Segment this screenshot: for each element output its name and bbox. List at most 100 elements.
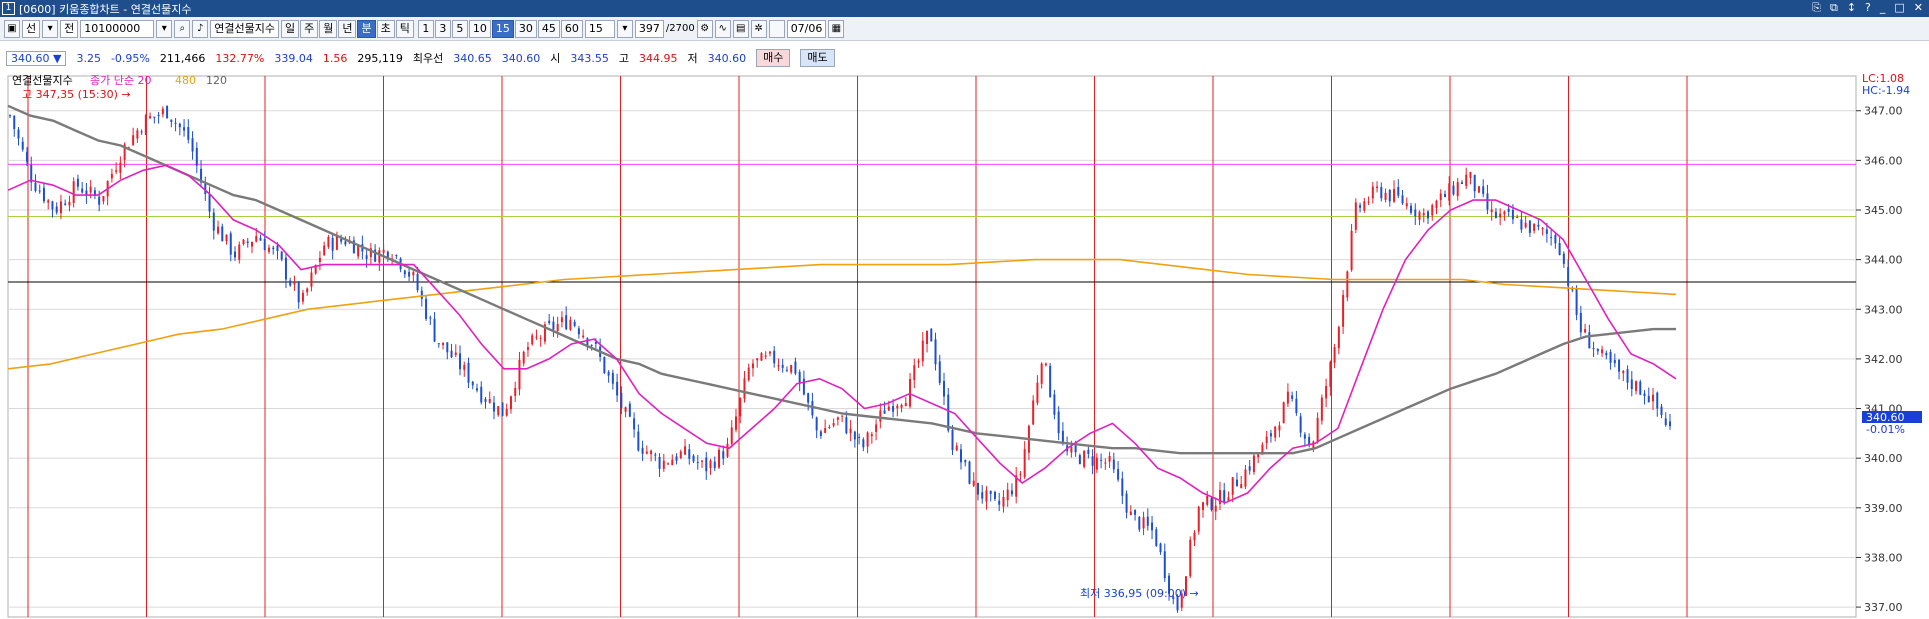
indicator-icon[interactable]: ∿	[714, 19, 731, 38]
candle-body	[1295, 398, 1298, 414]
candle-body	[335, 236, 338, 250]
candle-body	[259, 238, 262, 241]
window-control-0[interactable]: ⎘	[1812, 1, 1821, 15]
window-control-1[interactable]: ⧉	[1830, 1, 1838, 15]
candle-body	[1269, 433, 1272, 437]
candle-body	[467, 362, 470, 383]
candle-body	[1019, 474, 1022, 476]
candle-body	[212, 212, 215, 231]
dropdown-arrow-icon[interactable]: ▾	[616, 19, 633, 38]
dropdown-arrow-icon[interactable]: ▾	[156, 19, 173, 38]
candle-body	[497, 406, 500, 416]
save-icon[interactable]: ▤	[732, 19, 749, 38]
calendar-icon[interactable]: ▦	[828, 19, 845, 38]
candle-body	[1414, 209, 1417, 217]
buy-button[interactable]: 매수	[756, 49, 791, 67]
code-input[interactable]: 10100000	[80, 19, 155, 38]
candle-body	[323, 245, 326, 256]
candle-body	[1571, 289, 1574, 291]
candle-body	[1006, 489, 1009, 500]
minute-tab-0[interactable]: 1	[417, 19, 434, 38]
candle-body	[569, 319, 572, 330]
window-control-2[interactable]: ↕	[1847, 1, 1856, 15]
candle-body	[1635, 381, 1638, 391]
candle-body	[747, 367, 750, 381]
period-tab-4[interactable]: 분	[357, 19, 376, 38]
value-4: 295,119	[357, 51, 403, 65]
candle-body	[1061, 430, 1064, 444]
candle-body	[1605, 352, 1608, 356]
period-tab-2[interactable]: 월	[319, 19, 338, 38]
minute-tab-7[interactable]: 60	[560, 19, 583, 38]
interval-input[interactable]: 15	[584, 19, 615, 38]
candle-body	[191, 138, 194, 152]
candle-body	[59, 201, 62, 214]
candle-body	[1550, 237, 1553, 239]
period-tab-6[interactable]: 틱	[395, 19, 414, 38]
period-tab-0[interactable]: 일	[280, 19, 300, 38]
minute-tab-2[interactable]: 5	[451, 19, 468, 38]
candle-body	[1320, 397, 1323, 421]
dropdown-arrow-icon[interactable]: ▾	[42, 19, 59, 38]
candle-body	[565, 315, 568, 330]
candle-body	[684, 446, 687, 455]
minute-tab-6[interactable]: 45	[537, 19, 560, 38]
candle-body	[1575, 288, 1578, 315]
period-tab-3[interactable]: 년	[338, 19, 357, 38]
candle-body	[1545, 229, 1548, 234]
candle-body	[403, 270, 406, 275]
candle-body	[671, 459, 674, 466]
candle-body	[934, 339, 937, 365]
settings-icon[interactable]: ⚙	[696, 19, 713, 38]
price-tag-pct: -0.01%	[1866, 423, 1905, 436]
candle-body	[976, 482, 979, 495]
window-control-3[interactable]: ?	[1865, 1, 1871, 15]
candle-body	[943, 381, 946, 397]
candle-body	[119, 162, 122, 173]
minute-tab-3[interactable]: 10	[468, 19, 491, 38]
candle-body	[900, 404, 903, 408]
sell-button[interactable]: 매도	[800, 49, 835, 67]
candle-body	[637, 431, 640, 451]
volume-pct: 132.77%	[215, 51, 265, 65]
window-controls[interactable]: ⎘ ⧉ ↕? _ □ ✕	[1812, 1, 1923, 15]
period-tab-5[interactable]: 초	[376, 19, 395, 38]
date-input[interactable]: 07/06	[786, 19, 827, 38]
candle-body	[301, 292, 304, 302]
minute-tab-1[interactable]: 3	[434, 19, 451, 38]
candle-body	[365, 255, 368, 259]
layout-icon[interactable]: ▣	[4, 19, 20, 38]
period-tabs: 일주월년분초틱	[280, 19, 414, 38]
line-selector[interactable]: 선	[22, 19, 41, 38]
candle-body	[1507, 208, 1510, 212]
window-control-5[interactable]: □	[1894, 1, 1904, 15]
candle-body	[654, 454, 657, 456]
gear-icon[interactable]: ✲	[750, 19, 767, 38]
candle-body	[1125, 493, 1128, 513]
period-tab-1[interactable]: 주	[300, 19, 319, 38]
window-control-4[interactable]: _	[1880, 1, 1886, 15]
minute-tab-5[interactable]: 30	[514, 19, 537, 38]
candle-body	[1354, 202, 1357, 230]
candle-body	[628, 403, 631, 417]
candle-body	[1291, 395, 1294, 399]
speaker-icon[interactable]: ♪	[192, 19, 209, 38]
price-chart[interactable]: 347.00346.00345.00344.00343.00342.00341.…	[0, 72, 1929, 619]
candle-body	[1452, 185, 1455, 195]
minute-tab-4[interactable]: 15	[491, 19, 514, 38]
candle-body	[1278, 425, 1281, 431]
all-selector[interactable]: 전	[60, 19, 79, 38]
legend-ma480: 480	[175, 74, 196, 87]
candle-body	[64, 203, 67, 205]
window-control-6[interactable]: ✕	[1914, 1, 1923, 15]
candle-body	[1422, 213, 1425, 216]
count-input[interactable]: 397	[634, 19, 664, 38]
ma480-line	[7, 258, 1677, 370]
candle-body	[522, 351, 525, 364]
search-icon[interactable]: ⌕	[174, 19, 191, 38]
plot-frame	[7, 75, 1857, 618]
date-checkbox[interactable]	[768, 19, 785, 38]
candle-body	[1337, 326, 1340, 349]
candle-body	[1562, 253, 1565, 264]
candle-body	[229, 233, 232, 255]
